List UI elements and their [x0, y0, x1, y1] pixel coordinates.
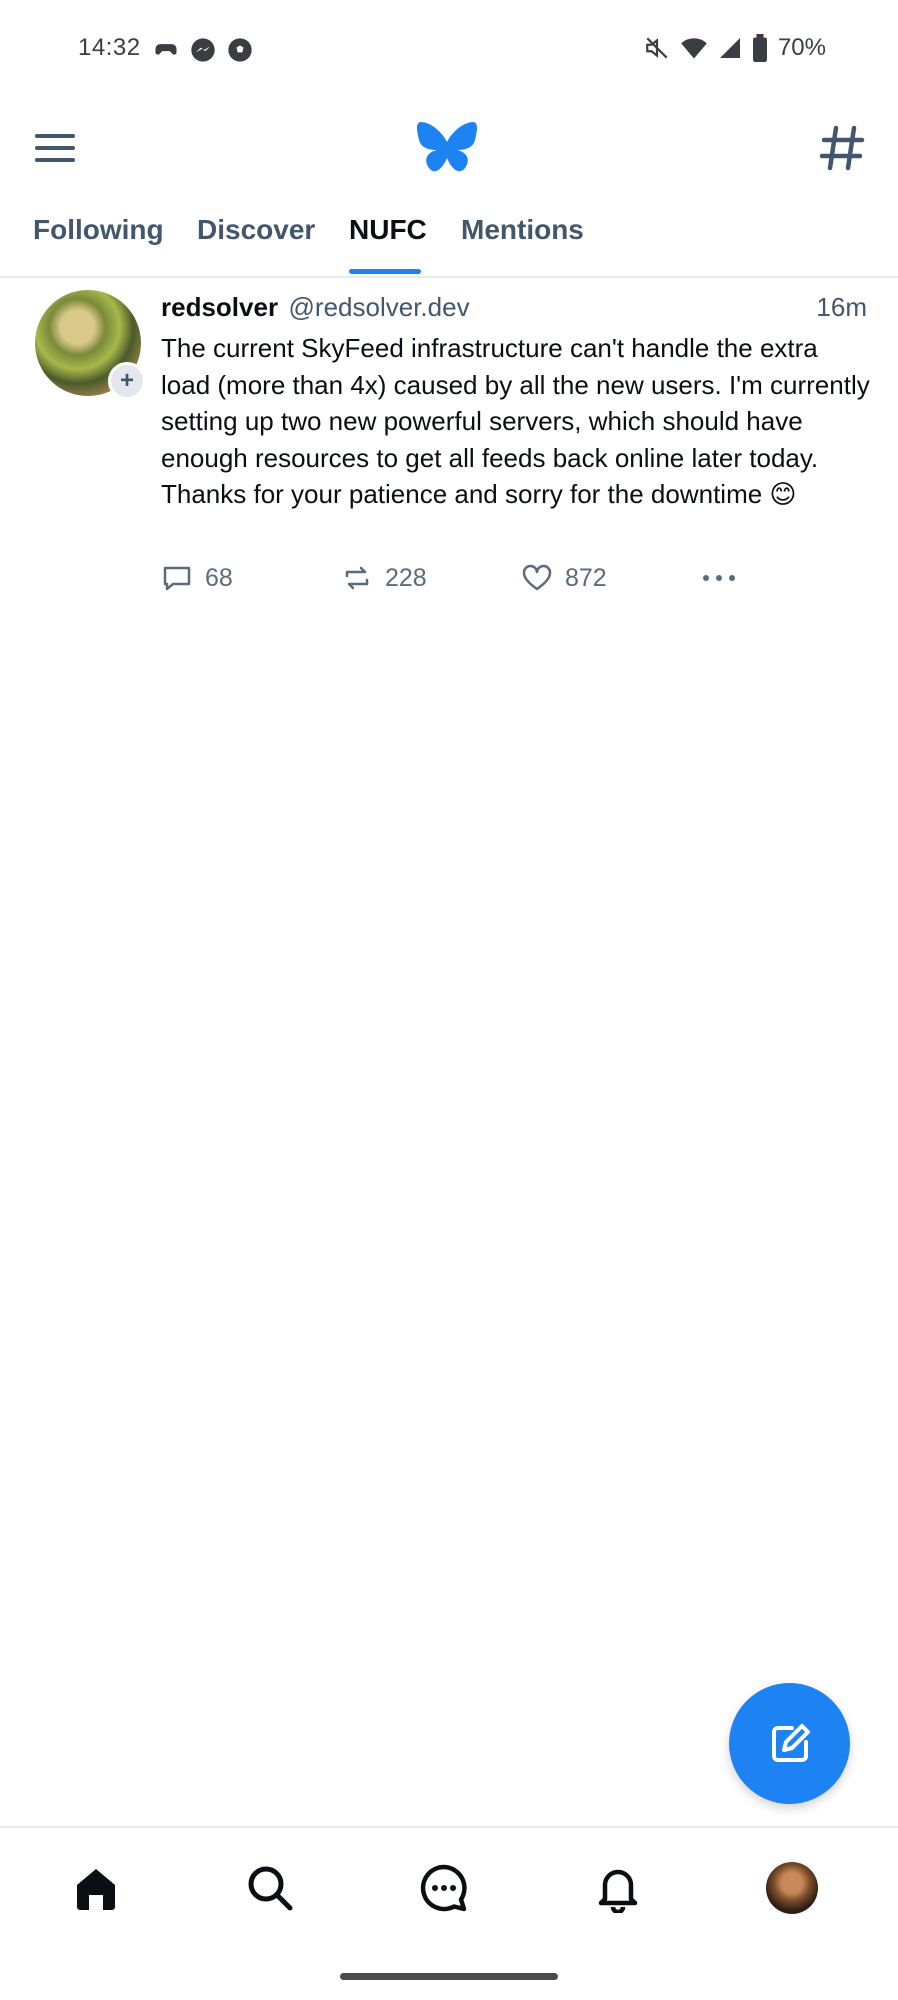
game-controller-icon	[155, 44, 177, 55]
like-button[interactable]: 872	[521, 562, 607, 594]
author-name[interactable]: redsolver	[161, 292, 278, 322]
post-text: The current SkyFeed infrastructure can't…	[161, 333, 870, 510]
bell-icon	[598, 1869, 638, 1913]
tab-following[interactable]: Following	[33, 214, 164, 246]
nav-home[interactable]	[66, 1858, 126, 1918]
repost-icon	[345, 566, 369, 590]
compose-button[interactable]	[729, 1683, 850, 1804]
reply-button[interactable]: 68	[161, 562, 233, 594]
author-handle[interactable]: @redsolver.dev	[289, 292, 470, 322]
post-header: redsolver @redsolver.dev 16m	[161, 292, 867, 328]
hamburger-menu-icon[interactable]	[30, 128, 80, 168]
battery-percent: 70%	[777, 34, 826, 61]
compose-icon	[771, 1723, 810, 1762]
football-icon	[228, 38, 252, 62]
profile-avatar	[766, 1862, 818, 1914]
active-tab-indicator	[349, 269, 421, 274]
tab-discover[interactable]: Discover	[197, 214, 315, 246]
chat-icon	[420, 1864, 467, 1912]
hashtag-icon[interactable]	[816, 122, 868, 174]
butterfly-logo[interactable]	[415, 118, 479, 178]
repost-button[interactable]: 228	[341, 562, 427, 594]
reply-icon	[163, 566, 191, 591]
top-app-bar	[0, 100, 898, 200]
home-indicator[interactable]	[340, 1973, 558, 1980]
status-time: 14:32	[78, 34, 141, 61]
mute-icon	[646, 37, 668, 59]
bottom-navigation	[0, 1826, 898, 1948]
more-dots-icon	[703, 575, 735, 581]
follow-badge[interactable]: +	[108, 362, 146, 400]
post-actions: 68 228 872	[161, 562, 761, 602]
nav-search[interactable]	[240, 1858, 300, 1918]
reply-count: 68	[205, 563, 233, 592]
nav-notifications[interactable]	[588, 1858, 648, 1918]
nav-profile[interactable]	[762, 1858, 822, 1918]
repost-count: 228	[385, 563, 427, 592]
tab-nufc[interactable]: NUFC	[349, 214, 427, 246]
more-options-button[interactable]	[699, 562, 739, 594]
like-count: 872	[565, 563, 607, 592]
status-bar: 14:32 70%	[0, 0, 898, 100]
status-right-group: 70%	[644, 34, 826, 62]
battery-icon	[752, 34, 767, 62]
home-icon	[77, 1869, 115, 1910]
tab-mentions[interactable]: Mentions	[461, 214, 584, 246]
messenger-icon	[191, 38, 215, 62]
post-timestamp[interactable]: 16m	[816, 292, 867, 323]
heart-icon	[522, 564, 552, 591]
wifi-icon	[681, 38, 707, 59]
feed-tabs: Following Discover NUFC Mentions	[0, 200, 898, 278]
search-icon	[248, 1866, 293, 1911]
signal-icon	[719, 38, 740, 58]
nav-chat[interactable]	[414, 1858, 474, 1918]
